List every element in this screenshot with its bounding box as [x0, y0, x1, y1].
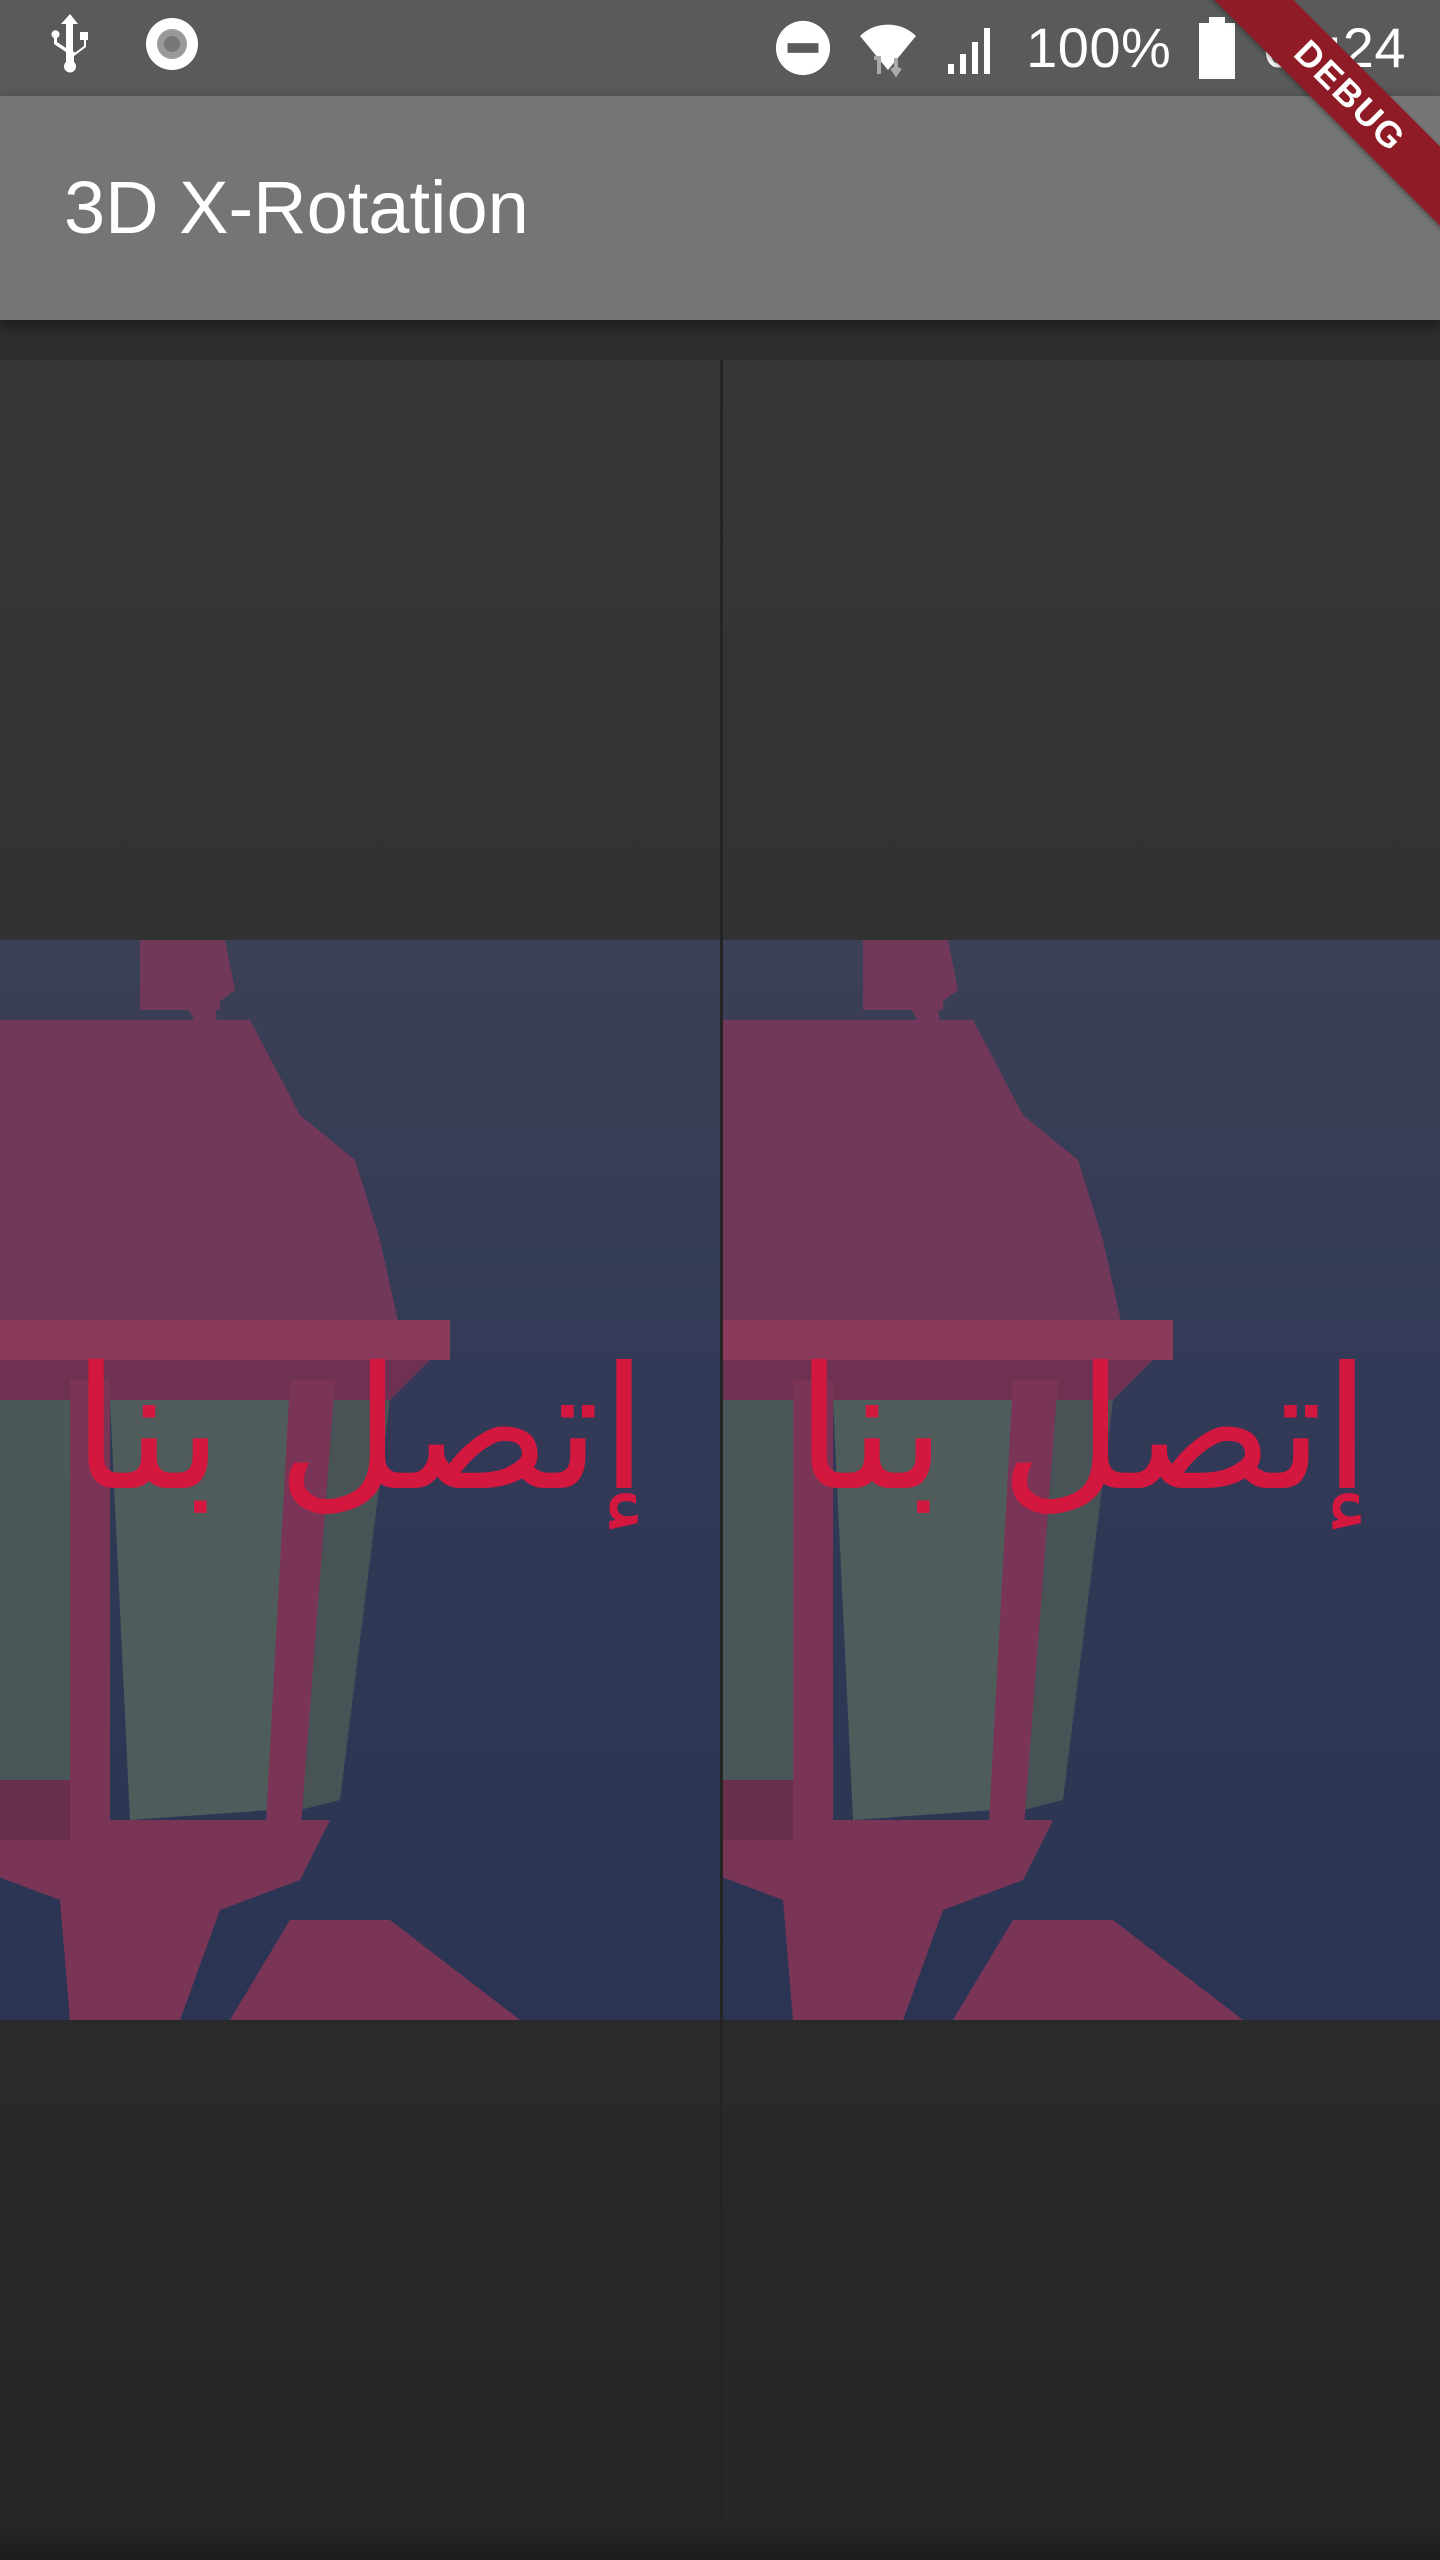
- app-bar: 3D X-Rotation: [0, 96, 1440, 320]
- rotation-panel-left[interactable]: إتصل بنا: [0, 360, 720, 2520]
- do-not-disturb-icon: [774, 19, 832, 77]
- content-area: إتصل بنا إتصل بنا: [0, 320, 1440, 2560]
- lamp-photo: إتصل بنا: [723, 940, 1440, 2020]
- usb-icon: [44, 14, 96, 74]
- battery-icon: [1197, 17, 1237, 79]
- rotation-panel-right[interactable]: إتصل بنا: [720, 360, 1440, 2520]
- status-bar: 100% 00:24: [0, 0, 1440, 96]
- wifi-icon: [858, 18, 918, 78]
- lamp-photo: إتصل بنا: [0, 940, 720, 2020]
- contact-us-caption: إتصل بنا: [795, 1331, 1371, 1529]
- page-title: 3D X-Rotation: [64, 166, 529, 249]
- record-icon: [142, 14, 202, 74]
- signal-icon: [944, 20, 1000, 76]
- contact-us-caption: إتصل بنا: [72, 1331, 648, 1529]
- battery-percentage: 100%: [1026, 16, 1172, 79]
- bottom-shadow: [0, 2520, 1440, 2560]
